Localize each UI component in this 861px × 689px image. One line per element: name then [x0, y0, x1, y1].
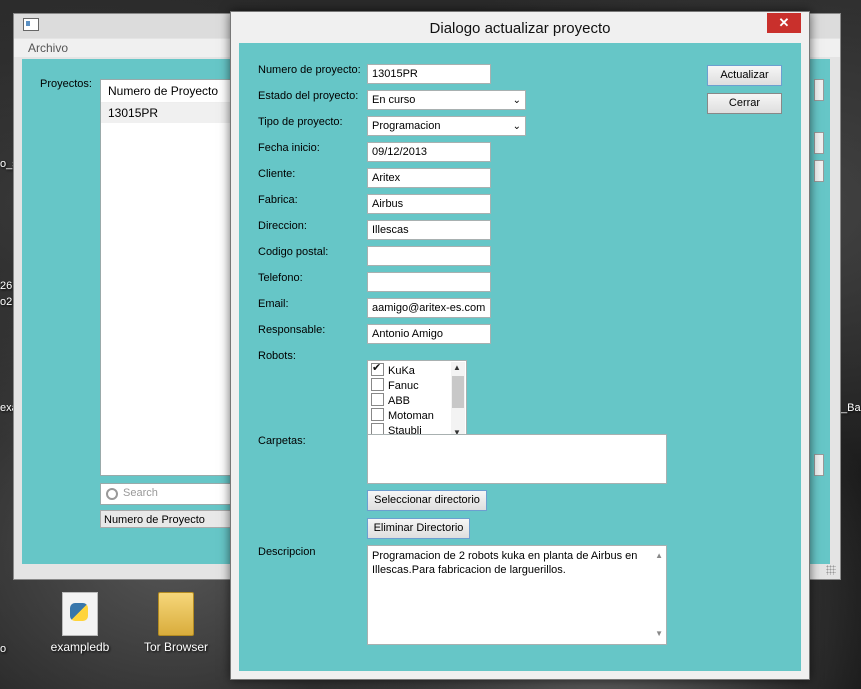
email-label: Email:	[258, 298, 289, 310]
robot-item-fanuc[interactable]: Fanuc	[371, 378, 419, 393]
fecha-label: Fecha inicio:	[258, 142, 320, 154]
descripcion-text: Programacion de 2 robots kuka en planta …	[372, 550, 638, 576]
fabrica-field[interactable]: Airbus	[367, 194, 491, 214]
close-icon[interactable]: ✕	[767, 13, 801, 33]
scroll-up-icon[interactable]: ▲	[453, 363, 461, 372]
window-app-icon	[23, 18, 39, 31]
robot-checkbox[interactable]	[371, 393, 384, 406]
search-input[interactable]	[121, 486, 230, 500]
chevron-down-icon: ⌄	[512, 95, 521, 106]
desktop-edge-label: o	[0, 643, 7, 655]
desktop-edge-label: o2	[0, 296, 13, 308]
robot-item-kuka[interactable]: KuKa	[371, 361, 415, 378]
telefono-field[interactable]	[367, 272, 491, 292]
proyectos-label: Proyectos:	[40, 78, 92, 90]
actualizar-button[interactable]: Actualizar	[707, 65, 782, 86]
fecha-field[interactable]: 09/12/2013	[367, 142, 491, 162]
dialog-title: Dialogo actualizar proyecto	[429, 20, 611, 37]
cerrar-button[interactable]: Cerrar	[707, 93, 782, 114]
cliente-field[interactable]: Aritex	[367, 168, 491, 188]
robot-label: ABB	[388, 395, 411, 407]
resize-grip[interactable]	[826, 565, 836, 575]
tipo-label: Tipo de proyecto:	[258, 116, 343, 128]
descripcion-label: Descripcion	[258, 546, 316, 558]
scrollbar-thumb[interactable]	[452, 376, 464, 408]
robots-scrollbar[interactable]: ▲ ▼	[451, 362, 465, 438]
telefono-label: Telefono:	[258, 272, 303, 284]
cliente-label: Cliente:	[258, 168, 296, 180]
email-field[interactable]: aamigo@aritex-es.com	[367, 298, 491, 318]
side-button[interactable]	[814, 454, 824, 476]
list-item[interactable]: 13015PR	[101, 103, 236, 123]
estado-select-value: En curso	[372, 94, 416, 106]
robot-label: Motoman	[388, 410, 434, 422]
desktop-icon-label: exampledb	[50, 640, 110, 654]
tipo-select[interactable]: Programacion ⌄	[367, 116, 526, 136]
desktop-icon-exampledb[interactable]: exampledb	[40, 592, 120, 654]
carpetas-list[interactable]	[367, 434, 667, 484]
descripcion-textarea[interactable]: Programacion de 2 robots kuka en planta …	[367, 545, 667, 645]
python-file-icon	[62, 592, 98, 636]
delete-directory-button[interactable]: Eliminar Directorio	[367, 518, 470, 539]
search-icon	[106, 488, 118, 500]
desktop-icon-tor-browser[interactable]: Tor Browser	[136, 592, 216, 654]
carpetas-label: Carpetas:	[258, 435, 306, 447]
robot-label: Fanuc	[388, 380, 419, 392]
estado-label: Estado del proyecto:	[258, 90, 359, 102]
robot-item-abb[interactable]: ABB	[371, 393, 410, 408]
menu-archivo[interactable]: Archivo	[28, 41, 68, 55]
robots-label: Robots:	[258, 350, 296, 362]
desktop-icon-label: Tor Browser	[143, 640, 208, 654]
direccion-field[interactable]: Illescas	[367, 220, 491, 240]
codigo-postal-field[interactable]	[367, 246, 491, 266]
side-button[interactable]	[814, 132, 824, 154]
select-directory-button[interactable]: Seleccionar directorio	[367, 490, 487, 511]
robot-checkbox[interactable]	[371, 408, 384, 421]
desktop-edge-label: _Ba	[841, 402, 861, 414]
side-button[interactable]	[814, 79, 824, 101]
numero-label: Numero de proyecto:	[258, 64, 361, 76]
search-field[interactable]	[100, 483, 237, 505]
robot-item-motoman[interactable]: Motoman	[371, 408, 434, 423]
robot-checkbox[interactable]	[371, 361, 384, 376]
filter-combo[interactable]: Numero de Proyecto	[100, 510, 235, 528]
scroll-up-icon[interactable]: ▲	[655, 549, 663, 563]
dialog-body: Numero de proyecto: 13015PR Estado del p…	[239, 43, 801, 671]
side-button[interactable]	[814, 160, 824, 182]
direccion-label: Direccion:	[258, 220, 307, 232]
project-list-header[interactable]: Numero de Proyecto	[101, 80, 236, 103]
project-list[interactable]: Numero de Proyecto 13015PR	[100, 79, 237, 476]
responsable-label: Responsable:	[258, 324, 326, 336]
responsable-field[interactable]: Antonio Amigo	[367, 324, 491, 344]
folder-icon	[158, 592, 194, 636]
robot-checkbox[interactable]	[371, 378, 384, 391]
numero-field[interactable]: 13015PR	[367, 64, 491, 84]
chevron-down-icon: ⌄	[512, 121, 521, 132]
update-project-dialog: Dialogo actualizar proyecto ✕ Numero de …	[230, 11, 810, 680]
desktop-edge-label: 26	[0, 280, 13, 292]
codigo-postal-label: Codigo postal:	[258, 246, 329, 258]
scroll-down-icon[interactable]: ▼	[655, 627, 663, 641]
tipo-select-value: Programacion	[372, 120, 441, 132]
robots-list[interactable]: KuKa Fanuc ABB Motoman Staubli ▲ ▼	[367, 360, 467, 440]
robot-label: KuKa	[388, 365, 415, 377]
fabrica-label: Fabrica:	[258, 194, 298, 206]
estado-select[interactable]: En curso ⌄	[367, 90, 526, 110]
